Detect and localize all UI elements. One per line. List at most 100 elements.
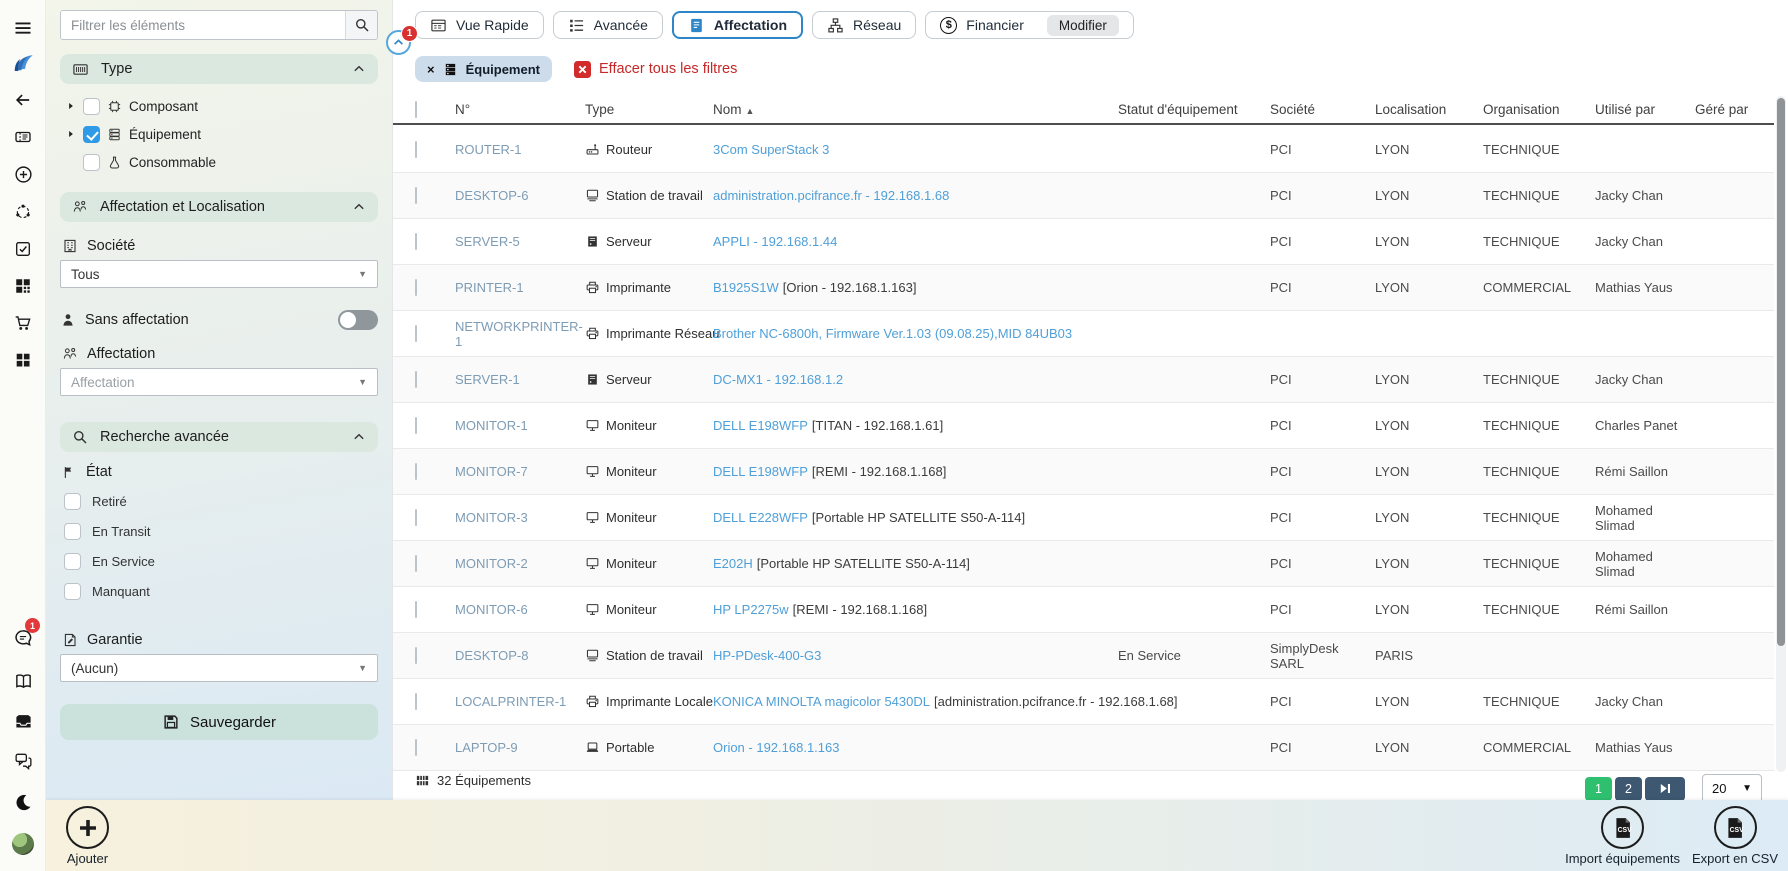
scrollbar-thumb[interactable]	[1777, 98, 1785, 646]
equipment-name-link[interactable]: KONICA MINOLTA magicolor 5430DL	[713, 694, 930, 709]
section-type[interactable]: Type	[60, 54, 378, 84]
rail-inbox-button[interactable]	[0, 703, 46, 739]
column-header-localisation[interactable]: Localisation	[1375, 102, 1483, 117]
equipment-name-link[interactable]: Orion - 192.168.1.163	[713, 740, 839, 755]
import-equipment-button[interactable]: CSV Import équipements	[1565, 806, 1680, 866]
add-button[interactable]: Ajouter	[66, 806, 109, 866]
tab-financier[interactable]: $FinancierModifier	[925, 11, 1134, 39]
cell-id[interactable]: ROUTER-1	[455, 142, 585, 157]
composant-checkbox[interactable]	[83, 98, 100, 115]
company-select[interactable]: Tous ▼	[60, 260, 378, 288]
column-header-organisation[interactable]: Organisation	[1483, 102, 1595, 117]
assignment-select[interactable]: Affectation ▼	[60, 368, 378, 396]
table-row-server-1[interactable]: SERVER-1ServeurDC-MX1 - 192.168.1.2PCILY…	[393, 357, 1774, 403]
equipment-name-link[interactable]: 3Com SuperStack 3	[713, 142, 829, 157]
row-checkbox[interactable]	[415, 187, 417, 204]
table-row-monitor-3[interactable]: MONITOR-3MoniteurDELL E228WFP[Portable H…	[393, 495, 1774, 541]
cell-id[interactable]: LAPTOP-9	[455, 740, 585, 755]
column-header-nom[interactable]: Nom▲	[713, 102, 1118, 117]
table-row-desktop-8[interactable]: DESKTOP-8Station de travailHP-PDesk-400-…	[393, 633, 1774, 679]
rail-app-logo-button[interactable]	[0, 44, 46, 80]
tab-avancée[interactable]: Avancée	[553, 11, 663, 39]
filter-chip-equipement[interactable]: × Équipement	[415, 56, 552, 82]
select-all-checkbox[interactable]	[415, 101, 417, 118]
équipement-checkbox[interactable]	[83, 126, 100, 143]
cell-id[interactable]: PRINTER-1	[455, 280, 585, 295]
rail-back-button[interactable]	[0, 82, 46, 118]
section-affectation[interactable]: Affectation et Localisation	[60, 192, 378, 222]
warranty-select[interactable]: (Aucun) ▼	[60, 654, 378, 682]
rail-notifications-button[interactable]: 1	[0, 620, 46, 656]
rail-qr-scan-button[interactable]	[0, 268, 46, 304]
table-row-laptop-9[interactable]: LAPTOP-9PortableOrion - 192.168.1.163PCI…	[393, 725, 1774, 771]
equipment-name-link[interactable]: B1925S1W	[713, 280, 779, 295]
cell-id[interactable]: DESKTOP-6	[455, 188, 585, 203]
column-header-utilis-par[interactable]: Utilisé par	[1595, 102, 1695, 117]
page-button-1[interactable]: 1	[1585, 777, 1612, 801]
table-row-networkprinter-1[interactable]: NETWORKPRINTER-1Imprimante RéseauBrother…	[393, 311, 1774, 357]
tree-item-consommable[interactable]: Consommable	[66, 148, 376, 176]
clear-all-filters-button[interactable]: Effacer tous les filtres	[574, 61, 737, 78]
table-row-router-1[interactable]: ROUTER-1Routeur3Com SuperStack 3PCILYONT…	[393, 127, 1774, 173]
rail-tickets-button[interactable]	[0, 119, 46, 155]
tab-réseau[interactable]: Réseau	[812, 11, 916, 39]
cell-id[interactable]: MONITOR-3	[455, 510, 585, 525]
modifier-button[interactable]: Modifier	[1047, 15, 1119, 36]
column-header-type[interactable]: Type	[585, 102, 713, 117]
page-button-2[interactable]: 2	[1615, 777, 1642, 801]
cell-id[interactable]: MONITOR-7	[455, 464, 585, 479]
column-header-statut-d-quipement[interactable]: Statut d'équipement	[1118, 102, 1270, 117]
equipment-name-link[interactable]: HP-PDesk-400-G3	[713, 648, 821, 663]
row-checkbox[interactable]	[415, 739, 417, 756]
row-checkbox[interactable]	[415, 279, 417, 296]
row-checkbox[interactable]	[415, 325, 417, 342]
tab-affectation[interactable]: Affectation	[672, 11, 803, 39]
section-advanced-search[interactable]: Recherche avancée	[60, 422, 378, 452]
equipment-name-link[interactable]: administration.pcifrance.fr - 192.168.1.…	[713, 188, 949, 203]
no-assignment-toggle[interactable]	[338, 310, 378, 330]
rail-documentation-button[interactable]	[0, 663, 46, 699]
row-checkbox[interactable]	[415, 141, 417, 158]
table-row-printer-1[interactable]: PRINTER-1ImprimanteB1925S1W[Orion - 192.…	[393, 265, 1774, 311]
expand-arrow-icon[interactable]	[66, 129, 76, 139]
expand-arrow-icon[interactable]	[66, 101, 76, 111]
equipment-name-link[interactable]: APPLI - 192.168.1.44	[713, 234, 837, 249]
table-row-monitor-7[interactable]: MONITOR-7MoniteurDELL E198WFP[REMI - 192…	[393, 449, 1774, 495]
row-checkbox[interactable]	[415, 509, 417, 526]
rail-cart-button[interactable]	[0, 305, 46, 341]
cell-id[interactable]: SERVER-1	[455, 372, 585, 387]
row-checkbox[interactable]	[415, 693, 417, 710]
row-checkbox[interactable]	[415, 601, 417, 618]
cell-id[interactable]: SERVER-5	[455, 234, 585, 249]
cell-id[interactable]: LOCALPRINTER-1	[455, 694, 585, 709]
rail-menu-button[interactable]	[0, 10, 46, 46]
state-checkbox[interactable]	[64, 523, 81, 540]
rail-add-button[interactable]	[0, 156, 46, 192]
table-row-monitor-2[interactable]: MONITOR-2MoniteurE202H[Portable HP SATEL…	[393, 541, 1774, 587]
row-checkbox[interactable]	[415, 555, 417, 572]
consommable-checkbox[interactable]	[83, 154, 100, 171]
table-row-server-5[interactable]: SERVER-5ServeurAPPLI - 192.168.1.44PCILY…	[393, 219, 1774, 265]
column-header-soci-t-[interactable]: Société	[1270, 102, 1375, 117]
equipment-name-link[interactable]: DELL E198WFP	[713, 464, 808, 479]
row-checkbox[interactable]	[415, 647, 417, 664]
cell-id[interactable]: DESKTOP-8	[455, 648, 585, 663]
table-row-desktop-6[interactable]: DESKTOP-6Station de travailadministratio…	[393, 173, 1774, 219]
equipment-name-link[interactable]: Brother NC-6800h, Firmware Ver.1.03 (09.…	[713, 326, 1072, 341]
table-row-monitor-1[interactable]: MONITOR-1MoniteurDELL E198WFP[TITAN - 19…	[393, 403, 1774, 449]
rail-tasks-button[interactable]	[0, 231, 46, 267]
cell-id[interactable]: NETWORKPRINTER-1	[455, 319, 585, 349]
row-checkbox[interactable]	[415, 463, 417, 480]
table-row-monitor-6[interactable]: MONITOR-6MoniteurHP LP2275w[REMI - 192.1…	[393, 587, 1774, 633]
last-page-button[interactable]	[1645, 777, 1685, 801]
state-checkbox[interactable]	[64, 493, 81, 510]
rail-apps-button[interactable]	[0, 342, 46, 378]
cell-id[interactable]: MONITOR-1	[455, 418, 585, 433]
table-row-localprinter-1[interactable]: LOCALPRINTER-1Imprimante LocaleKONICA MI…	[393, 679, 1774, 725]
state-checkbox[interactable]	[64, 553, 81, 570]
row-checkbox[interactable]	[415, 417, 417, 434]
tree-item-équipement[interactable]: Équipement	[66, 120, 376, 148]
export-csv-button[interactable]: CSV Export en CSV	[1692, 806, 1778, 866]
column-header-n-[interactable]: N°	[455, 102, 585, 117]
rail-dark-mode-button[interactable]	[0, 784, 46, 820]
